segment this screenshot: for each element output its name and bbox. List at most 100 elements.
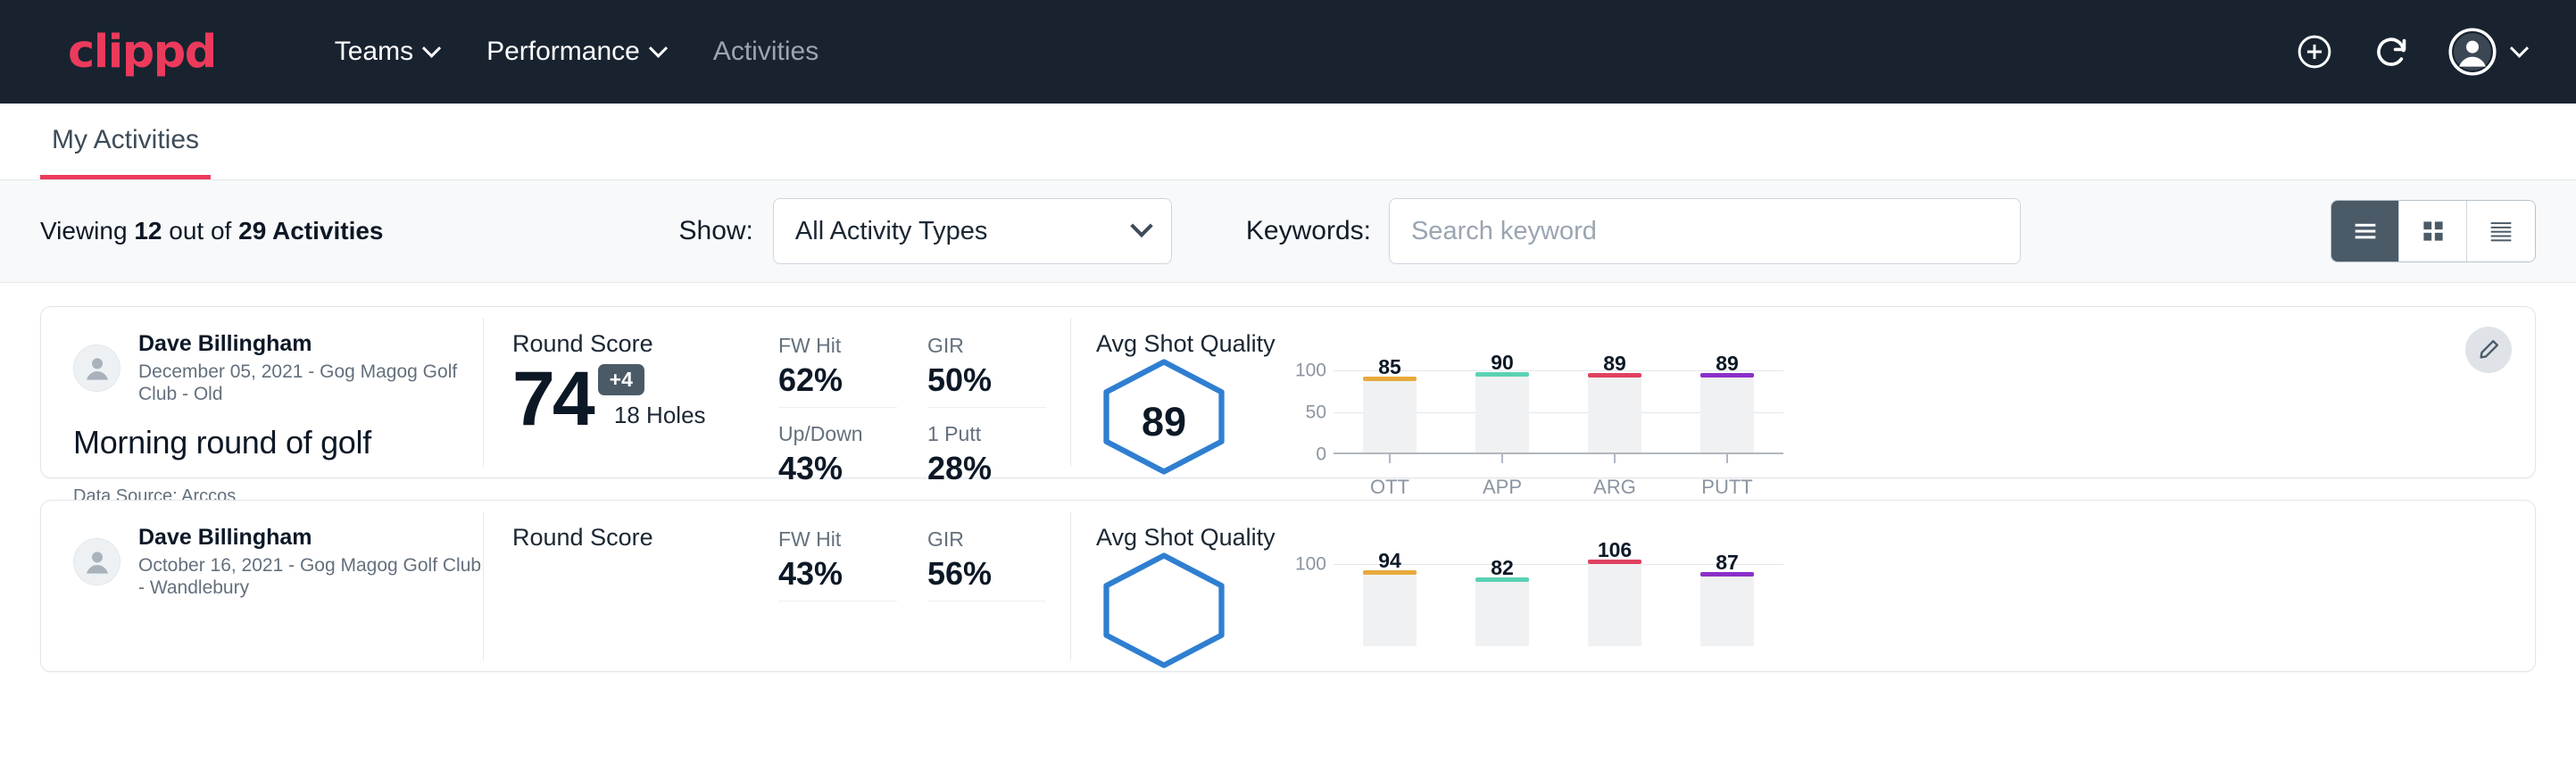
chevron-down-icon: [2510, 38, 2529, 57]
activity-card[interactable]: Dave Billingham October 16, 2021 - Gog M…: [40, 500, 2536, 672]
bar-value-ott: 94: [1378, 551, 1401, 571]
compact-view-button[interactable]: [2467, 201, 2535, 261]
shot-quality-hexagon: 89: [1096, 358, 1260, 480]
bar-value-arg: 106: [1598, 540, 1632, 560]
shot-quality-column: Avg Shot Quality 100: [1046, 501, 2535, 671]
stat-label: FW Hit: [778, 332, 897, 360]
add-activity-button[interactable]: [2295, 32, 2334, 71]
bar-value-app: 82: [1491, 558, 1514, 578]
account-menu-button[interactable]: [2448, 28, 2526, 76]
activity-info-column: Dave Billingham October 16, 2021 - Gog M…: [41, 501, 484, 671]
y-tick-100: 100: [1295, 361, 1326, 380]
stat-gir: GIR 50%: [927, 332, 1046, 408]
round-score-label: Round Score: [512, 524, 778, 552]
plus-circle-icon: [2295, 32, 2334, 71]
shot-quality-body: 100 94: [1096, 553, 2535, 674]
bar-ott: [1363, 381, 1417, 452]
chevron-down-icon: [422, 38, 441, 57]
chart-y-axis: 100 50 0: [1284, 370, 1326, 454]
chart-bars: 85 90: [1334, 370, 1783, 452]
top-navigation-bar: clippd Teams Performance Activities: [0, 0, 2576, 104]
filter-toolbar: Viewing 12 out of 29 Activities Show: Al…: [0, 180, 2576, 283]
activity-title: Morning round of golf: [73, 424, 484, 461]
tab-my-activities[interactable]: My Activities: [40, 125, 211, 179]
bar-value-putt: 89: [1716, 353, 1739, 374]
x-tick: [1614, 454, 1616, 463]
activity-card[interactable]: Dave Billingham December 05, 2021 - Gog …: [40, 306, 2536, 478]
x-label-arg: ARG: [1588, 477, 1641, 497]
stat-label: 1 Putt: [927, 420, 1046, 448]
edit-activity-button[interactable]: [2465, 327, 2512, 373]
bar-cap-arg: [1588, 560, 1641, 564]
bar-slot-putt: 87: [1700, 564, 1754, 646]
refresh-button[interactable]: [2372, 32, 2411, 71]
viewing-total: 29 Activities: [238, 217, 383, 245]
stats-grid: FW Hit 62% GIR 50% Up/Down 43% 1 Putt 28…: [778, 307, 1046, 477]
round-score-row: 74 +4 18 Holes: [512, 363, 778, 436]
tab-bar: My Activities: [0, 104, 2576, 180]
activity-meta: December 05, 2021 - Gog Magog Golf Club …: [138, 361, 484, 405]
stat-value: 28%: [927, 448, 1046, 488]
stat-fw-hit: FW Hit 43%: [778, 526, 897, 602]
round-score-label: Round Score: [512, 330, 778, 358]
chart-bars: 94 82: [1334, 564, 1783, 646]
bar-slot-ott: 85: [1363, 370, 1417, 452]
score-differential-badge: +4: [598, 364, 644, 395]
bar-slot-arg: 106: [1588, 564, 1641, 646]
x-tick: [1726, 454, 1728, 463]
grid-view-button[interactable]: [2399, 201, 2467, 261]
stat-label: GIR: [927, 332, 1046, 360]
refresh-icon: [2372, 32, 2411, 71]
viewing-count: 12: [134, 217, 162, 245]
stat-one-putt: 1 Putt 28%: [927, 420, 1046, 495]
stat-label: GIR: [927, 526, 1046, 553]
bar-cap-app: [1475, 372, 1529, 377]
chart-x-ticks: [1334, 454, 1783, 463]
bar-arg: [1588, 564, 1641, 646]
compact-view-icon: [2486, 216, 2516, 246]
clippd-logo[interactable]: clippd: [68, 29, 216, 75]
stat-value: 62%: [778, 360, 897, 400]
view-mode-toggle-group: [2331, 200, 2536, 262]
nav-label-activities: Activities: [713, 37, 819, 67]
bar-cap-ott: [1363, 570, 1417, 575]
avg-shot-quality-label: Avg Shot Quality: [1096, 330, 2535, 358]
viewing-middle: out of: [169, 217, 231, 245]
person-icon: [79, 350, 115, 386]
bar-arg: [1588, 378, 1641, 452]
chart-plot-area: 94 82: [1334, 564, 1783, 648]
chevron-down-icon: [1130, 215, 1152, 237]
nav-item-activities[interactable]: Activities: [689, 37, 843, 67]
nav-item-performance[interactable]: Performance: [462, 37, 689, 67]
round-score-column: Round Score: [484, 501, 778, 671]
activity-type-value: All Activity Types: [795, 217, 987, 246]
tab-label: My Activities: [52, 125, 199, 154]
activity-meta: October 16, 2021 - Gog Magog Golf Club -…: [138, 554, 484, 599]
search-input[interactable]: [1389, 198, 2021, 264]
x-label-app: APP: [1475, 477, 1529, 497]
bar-cap-app: [1475, 577, 1529, 582]
bar-slot-app: 82: [1475, 564, 1529, 646]
viewing-prefix: Viewing: [40, 217, 128, 245]
stats-grid: FW Hit 43% GIR 56%: [778, 501, 1046, 671]
chart-x-labels: OTT APP ARG PUTT: [1334, 477, 1783, 497]
person-icon: [79, 544, 115, 579]
bar-cap-putt: [1700, 572, 1754, 577]
primary-nav-links: Teams Performance Activities: [311, 37, 843, 67]
activity-type-select[interactable]: All Activity Types: [773, 198, 1172, 264]
bar-app: [1475, 377, 1529, 452]
shot-quality-body: 89 100 50 0: [1096, 360, 2535, 497]
nav-item-teams[interactable]: Teams: [311, 37, 462, 67]
bar-value-app: 90: [1491, 353, 1514, 373]
player-row: Dave Billingham December 05, 2021 - Gog …: [73, 330, 484, 405]
shot-quality-hexagon: [1096, 552, 1260, 674]
y-tick-50: 50: [1306, 403, 1326, 422]
player-name: Dave Billingham: [138, 330, 484, 357]
avg-shot-quality-label: Avg Shot Quality: [1096, 524, 2535, 552]
stat-label: Up/Down: [778, 420, 897, 448]
chart-plot-area: 85 90: [1334, 370, 1783, 454]
activity-list: Dave Billingham December 05, 2021 - Gog …: [0, 283, 2576, 672]
list-view-button[interactable]: [2331, 201, 2399, 261]
bar-ott: [1363, 575, 1417, 646]
stat-value: 50%: [927, 360, 1046, 400]
